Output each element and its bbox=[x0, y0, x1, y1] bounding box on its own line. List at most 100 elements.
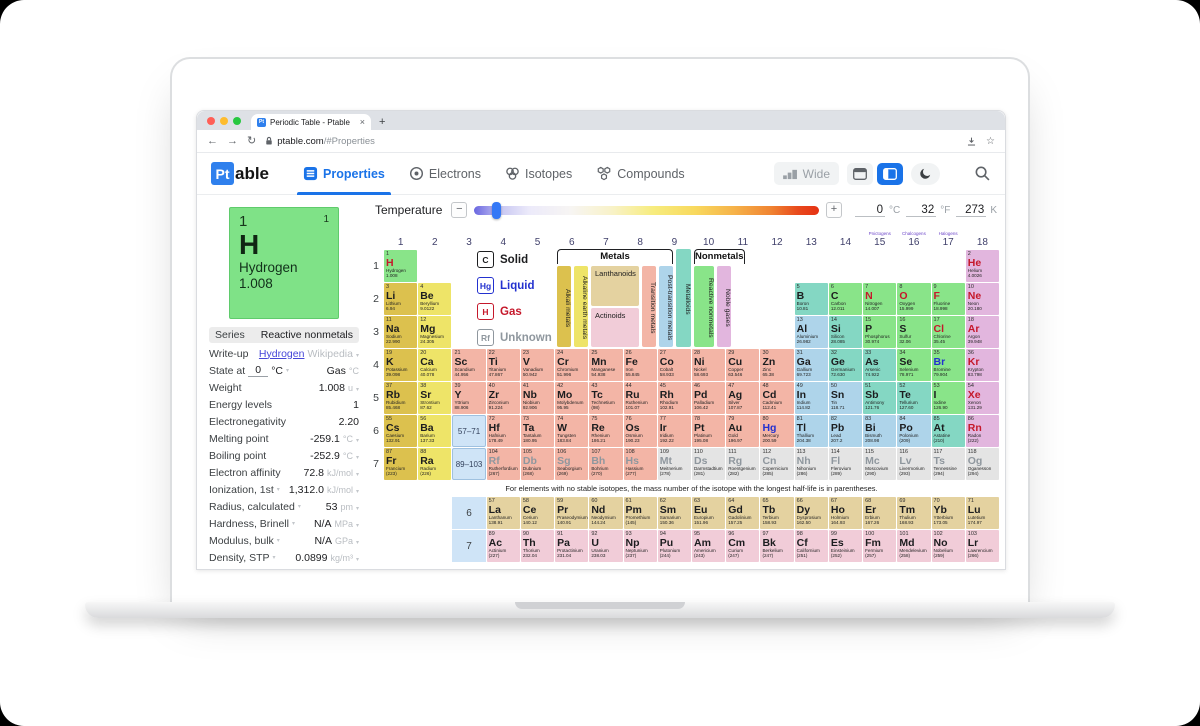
element-cell-Rg[interactable]: 111RgRoentgenium(282) bbox=[726, 448, 759, 480]
chevron-down-icon[interactable]: ▾ bbox=[273, 555, 276, 561]
element-cell-Pu[interactable]: 94PuPlutonium(244) bbox=[658, 530, 691, 562]
url-text[interactable]: ptable.com/#Properties bbox=[265, 136, 375, 147]
state-legend-item-gas[interactable]: HGas bbox=[477, 303, 552, 320]
element-cell-Dy[interactable]: 66DyDysprosium162.50 bbox=[795, 497, 828, 529]
install-icon[interactable] bbox=[966, 136, 977, 147]
element-cell-Cu[interactable]: 29CuCopper63.546 bbox=[726, 349, 759, 381]
element-cell-Lv[interactable]: 116LvLivermorium(293) bbox=[897, 448, 930, 480]
element-cell-Tl[interactable]: 81TlThallium204.38 bbox=[795, 415, 828, 447]
category-bar-reactive-nonmetals[interactable]: Reactive nonmetals bbox=[694, 266, 714, 347]
category-bar-transition-metals[interactable]: Transition metals bbox=[642, 266, 656, 347]
chevron-down-icon[interactable]: ▾ bbox=[298, 504, 301, 510]
property-label[interactable]: Ionization, 1st▾ bbox=[209, 484, 280, 496]
element-cell-N[interactable]: 7NNitrogen14.007 bbox=[863, 283, 896, 315]
element-cell-O[interactable]: 8OOxygen15.999 bbox=[897, 283, 930, 315]
property-unit[interactable]: °C bbox=[343, 451, 353, 461]
element-cell-Sn[interactable]: 50SnTin118.71 bbox=[829, 382, 862, 414]
element-cell-Lr[interactable]: 103LrLawrencium(266) bbox=[966, 530, 999, 562]
element-cell-Cs[interactable]: 55CsCaesium132.91 bbox=[384, 415, 417, 447]
fblock-placeholder-57–71[interactable]: 57–71 bbox=[452, 415, 485, 447]
element-cell-Xe[interactable]: 54XeXenon131.29 bbox=[966, 382, 999, 414]
element-cell-Rb[interactable]: 37RbRubidium85.468 bbox=[384, 382, 417, 414]
element-cell-Pd[interactable]: 46PdPalladium106.42 bbox=[692, 382, 725, 414]
category-box-actinoids[interactable]: Actinoids bbox=[591, 308, 639, 348]
element-cell-K[interactable]: 19KPotassium39.098 bbox=[384, 349, 417, 381]
window-close-button[interactable] bbox=[207, 117, 215, 125]
element-cell-H[interactable]: 1HHydrogen1.008 bbox=[384, 250, 417, 282]
element-cell-I[interactable]: 53IIodine126.90 bbox=[932, 382, 965, 414]
element-cell-Pm[interactable]: 61PmPromethium(145) bbox=[624, 497, 657, 529]
state-legend-item-liquid[interactable]: HgLiquid bbox=[477, 277, 552, 294]
chevron-down-icon[interactable]: ▾ bbox=[356, 557, 359, 563]
category-bar-noble-gases[interactable]: Noble gases bbox=[717, 266, 731, 347]
element-cell-Ni[interactable]: 28NiNickel58.693 bbox=[692, 349, 725, 381]
element-cell-Fr[interactable]: 87FrFrancium(223) bbox=[384, 448, 417, 480]
property-unit[interactable]: u bbox=[348, 383, 353, 393]
element-cell-Nb[interactable]: 41NbNiobium92.906 bbox=[521, 382, 554, 414]
new-tab-button[interactable]: + bbox=[379, 116, 385, 128]
category-box-lanthanoids[interactable]: Lanthanoids bbox=[591, 266, 639, 306]
element-cell-Rn[interactable]: 86RnRadon(222) bbox=[966, 415, 999, 447]
chevron-down-icon[interactable]: ▾ bbox=[356, 455, 359, 461]
chevron-down-icon[interactable]: ▾ bbox=[277, 487, 280, 493]
element-cell-Ir[interactable]: 77IrIridium192.22 bbox=[658, 415, 691, 447]
element-cell-As[interactable]: 33AsArsenic74.922 bbox=[863, 349, 896, 381]
window-zoom-button[interactable] bbox=[233, 117, 241, 125]
nav-tab-compounds[interactable]: Compounds bbox=[584, 153, 696, 195]
element-cell-Ge[interactable]: 32GeGermanium72.630 bbox=[829, 349, 862, 381]
element-cell-Nh[interactable]: 113NhNihonium(286) bbox=[795, 448, 828, 480]
state-legend-item-solid[interactable]: CSolid bbox=[477, 251, 552, 268]
element-cell-Er[interactable]: 68ErErbium167.26 bbox=[863, 497, 896, 529]
element-cell-Ds[interactable]: 110DsDarmstadtium(281) bbox=[692, 448, 725, 480]
element-cell-Pb[interactable]: 82PbLead207.2 bbox=[829, 415, 862, 447]
element-cell-Cn[interactable]: 112CnCopernicium(285) bbox=[760, 448, 793, 480]
element-cell-Sg[interactable]: 106SgSeaborgium(269) bbox=[555, 448, 588, 480]
element-cell-Ra[interactable]: 88RaRadium(226) bbox=[418, 448, 451, 480]
category-bar-metalloids[interactable]: Metalloids bbox=[676, 249, 691, 347]
window-minimize-button[interactable] bbox=[220, 117, 228, 125]
property-unit[interactable]: kg/m³ bbox=[330, 553, 353, 563]
element-cell-Cl[interactable]: 17ClChlorine35.45 bbox=[932, 316, 965, 348]
temperature-slider-thumb[interactable] bbox=[492, 202, 501, 219]
element-cell-Ru[interactable]: 44RuRuthenium101.07 bbox=[624, 382, 657, 414]
search-button[interactable] bbox=[974, 165, 991, 182]
chevron-down-icon[interactable]: ▾ bbox=[356, 472, 359, 478]
chevron-down-icon[interactable]: ▾ bbox=[356, 506, 359, 512]
fblock-placeholder-89–103[interactable]: 89–103 bbox=[452, 448, 485, 480]
element-cell-Re[interactable]: 75ReRhenium186.21 bbox=[589, 415, 622, 447]
chevron-down-icon[interactable]: ▾ bbox=[277, 538, 280, 544]
element-cell-Pa[interactable]: 91PaProtactinium231.04 bbox=[555, 530, 588, 562]
element-cell-Th[interactable]: 90ThThorium232.04 bbox=[521, 530, 554, 562]
element-cell-Si[interactable]: 14SiSilicon28.085 bbox=[829, 316, 862, 348]
element-cell-Kr[interactable]: 36KrKrypton83.798 bbox=[966, 349, 999, 381]
element-cell-S[interactable]: 16SSulfur32.06 bbox=[897, 316, 930, 348]
element-cell-Sc[interactable]: 21ScScandium44.956 bbox=[452, 349, 485, 381]
element-cell-Te[interactable]: 52TeTellurium127.60 bbox=[897, 382, 930, 414]
element-cell-Mc[interactable]: 115McMoscovium(290) bbox=[863, 448, 896, 480]
element-cell-W[interactable]: 74WTungsten183.84 bbox=[555, 415, 588, 447]
property-unit[interactable]: kJ/mol bbox=[327, 468, 353, 478]
element-cell-Fm[interactable]: 100FmFermium(257) bbox=[863, 530, 896, 562]
writeup-source[interactable]: Wikipedia bbox=[307, 348, 353, 360]
property-unit[interactable]: kJ/mol bbox=[327, 485, 353, 495]
element-cell-Eu[interactable]: 63EuEuropium151.96 bbox=[692, 497, 725, 529]
property-unit[interactable]: GPa bbox=[335, 536, 353, 546]
element-cell-Rh[interactable]: 45RhRhodium102.91 bbox=[658, 382, 691, 414]
tab-close-icon[interactable]: × bbox=[360, 118, 365, 127]
element-cell-B[interactable]: 5BBoron10.81 bbox=[795, 283, 828, 315]
nav-tab-properties[interactable]: Properties bbox=[291, 153, 397, 195]
element-cell-Au[interactable]: 79AuGold196.97 bbox=[726, 415, 759, 447]
temperature-minus-button[interactable]: − bbox=[451, 202, 467, 218]
element-cell-Ba[interactable]: 56BaBarium137.33 bbox=[418, 415, 451, 447]
element-cell-Mo[interactable]: 42MoMolybdenum95.95 bbox=[555, 382, 588, 414]
element-cell-Cf[interactable]: 98CfCalifornium(251) bbox=[795, 530, 828, 562]
element-cell-Ne[interactable]: 10NeNeon20.180 bbox=[966, 283, 999, 315]
element-cell-Co[interactable]: 27CoCobalt58.933 bbox=[658, 349, 691, 381]
element-cell-V[interactable]: 23VVanadium50.942 bbox=[521, 349, 554, 381]
chevron-down-icon[interactable]: ▾ bbox=[356, 489, 359, 495]
element-cell-Yb[interactable]: 70YbYtterbium173.05 bbox=[932, 497, 965, 529]
element-cell-Es[interactable]: 99EsEinsteinium(252) bbox=[829, 530, 862, 562]
wide-toggle-button[interactable]: Wide bbox=[774, 162, 839, 185]
element-cell-Hf[interactable]: 72HfHafnium178.49 bbox=[487, 415, 520, 447]
element-cell-Am[interactable]: 95AmAmericium(243) bbox=[692, 530, 725, 562]
